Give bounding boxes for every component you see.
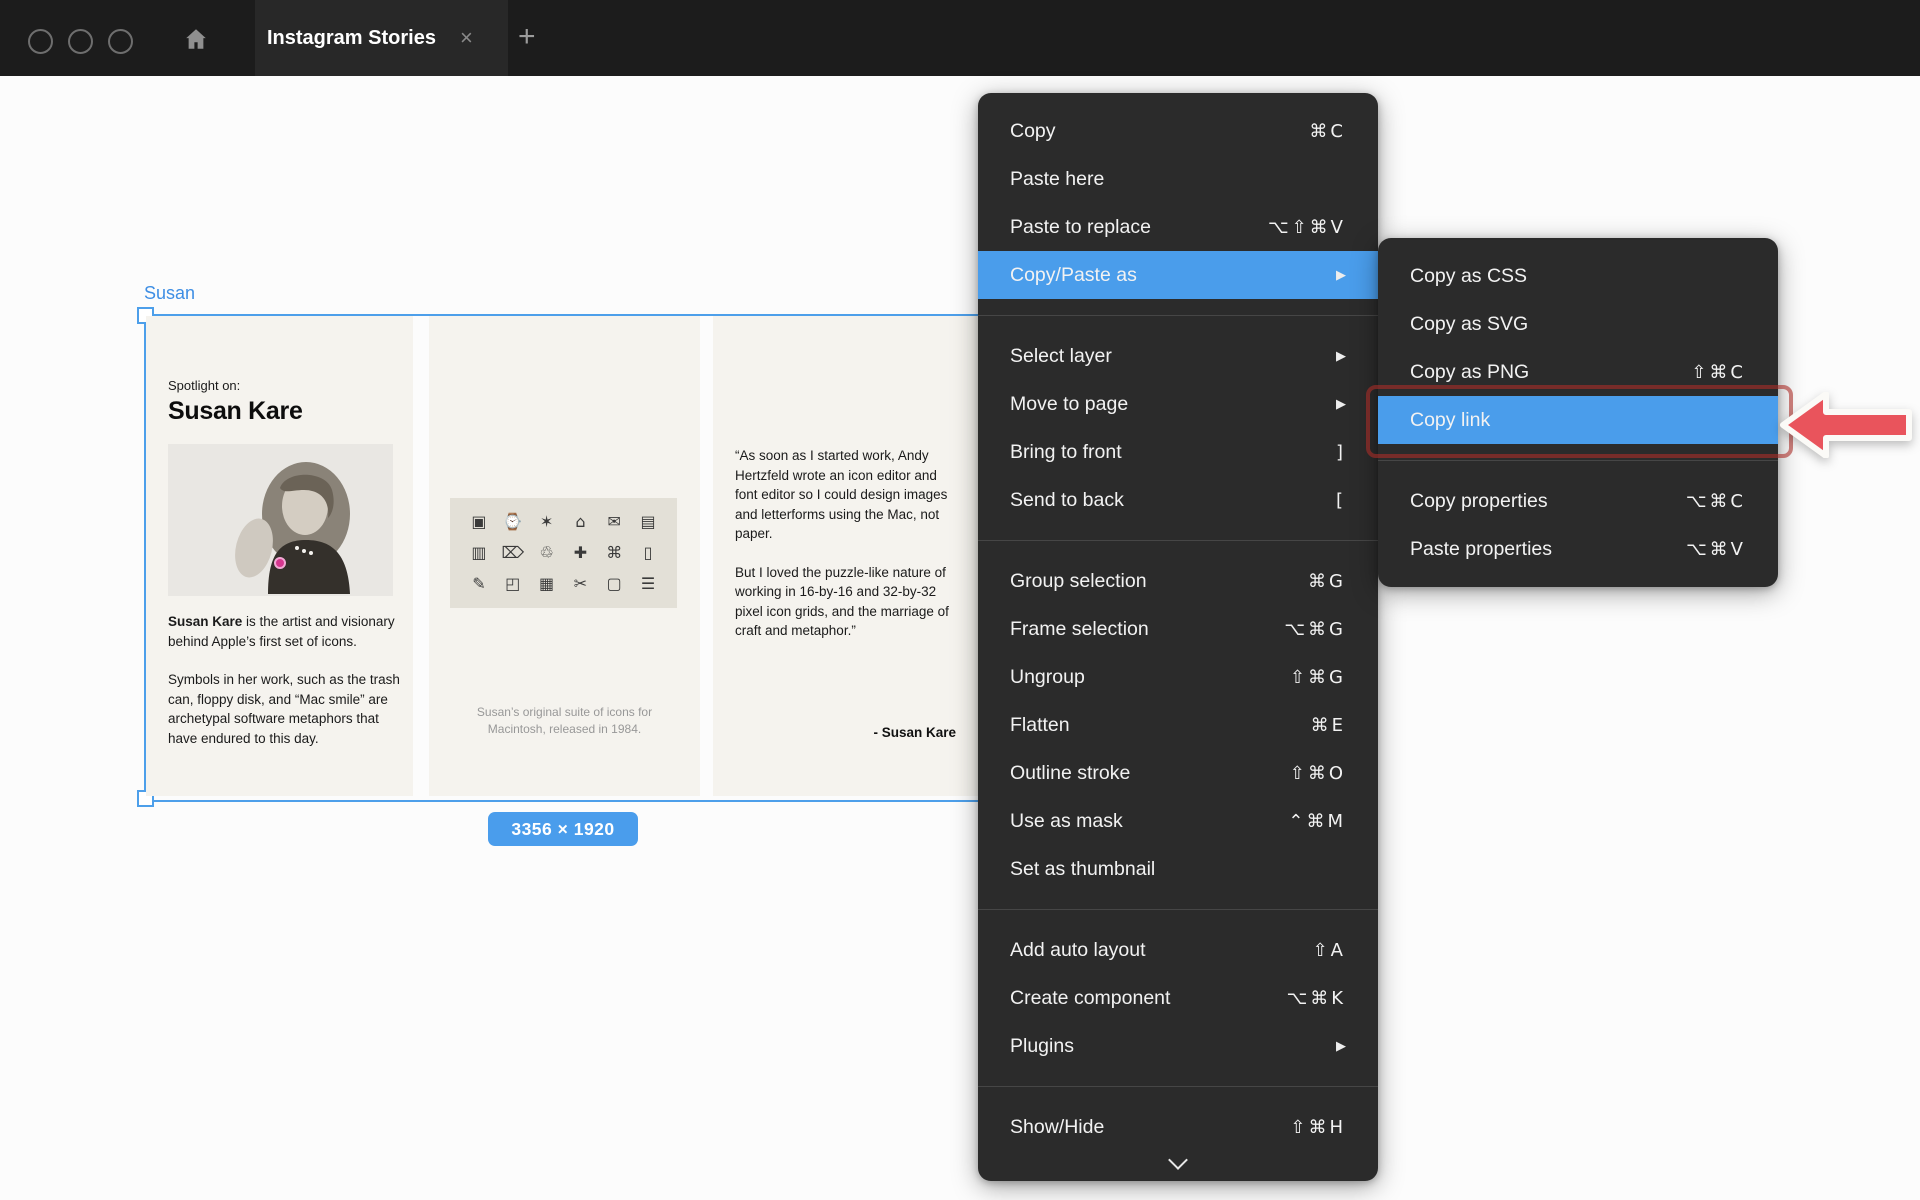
menu-divider <box>1378 460 1778 461</box>
home-button[interactable] <box>180 24 212 54</box>
menu-item-create-component[interactable]: Create component ⌥⌘K <box>978 974 1378 1022</box>
window-control-close[interactable] <box>28 29 53 54</box>
comment-pin <box>275 558 285 568</box>
susan-kare-photo <box>168 444 393 596</box>
frame-name-label[interactable]: Susan <box>144 283 195 304</box>
mac-icon: ◰ <box>505 576 520 592</box>
mac-icon: ⌂ <box>575 514 585 530</box>
submenu-arrow-icon: ▶ <box>1336 397 1346 412</box>
menu-item-paste-here[interactable]: Paste here <box>978 155 1378 203</box>
icons-caption: Susan’s original suite of icons for Maci… <box>429 704 700 738</box>
story-panel-right[interactable]: “As soon as I started work, Andy Hertzfe… <box>713 316 978 796</box>
tab-title: Instagram Stories <box>267 27 436 50</box>
menu-divider <box>978 909 1378 910</box>
menu-item-set-as-thumbnail[interactable]: Set as thumbnail <box>978 845 1378 893</box>
submenu-item-paste-properties[interactable]: Paste properties ⌥⌘V <box>1378 525 1778 573</box>
submenu-arrow-icon: ▶ <box>1336 1039 1346 1054</box>
menu-item-paste-to-replace[interactable]: Paste to replace ⌥⇧⌘V <box>978 203 1378 251</box>
mac-icon: ▢ <box>607 576 622 592</box>
mac-icon: ⌚ <box>503 514 523 530</box>
bio-paragraph-2: Symbols in her work, such as the trash c… <box>168 670 400 748</box>
quote-paragraph-1: “As soon as I started work, Andy Hertzfe… <box>735 446 963 544</box>
titlebar: Instagram Stories × + <box>0 0 1920 76</box>
menu-item-show-hide[interactable]: Show/Hide ⇧⌘H <box>978 1103 1378 1151</box>
submenu-arrow-icon: ▶ <box>1336 349 1346 364</box>
context-menu: Copy ⌘C Paste here Paste to replace ⌥⇧⌘V… <box>978 93 1378 1181</box>
menu-item-copy-paste-as[interactable]: Copy/Paste as ▶ <box>978 251 1378 299</box>
annotation-arrow-icon <box>1780 392 1912 458</box>
mac-icon: ✂ <box>574 576 587 592</box>
quote-attribution: - Susan Kare <box>873 725 956 740</box>
eyebrow-text: Spotlight on: <box>168 378 400 393</box>
mac-icon: ✎ <box>472 576 485 592</box>
menu-item-outline-stroke[interactable]: Outline stroke ⇧⌘O <box>978 749 1378 797</box>
mac-icon: ▥ <box>471 545 486 561</box>
story-panel-middle[interactable]: ▣ ⌚ ✶ ⌂ ✉ ▤ ▥ ⌦ ♲ ✚ ⌘ ▯ ✎ ◰ ▦ ✂ ▢ ☰ Susa… <box>429 316 700 796</box>
mac-icon: ▦ <box>539 576 554 592</box>
home-icon <box>183 26 209 52</box>
mac-icon: ☰ <box>641 576 655 592</box>
submenu-item-copy-as-svg[interactable]: Copy as SVG <box>1378 300 1778 348</box>
submenu-item-copy-as-css[interactable]: Copy as CSS <box>1378 252 1778 300</box>
menu-divider <box>978 315 1378 316</box>
dimensions-badge: 3356 × 1920 <box>488 812 638 846</box>
tab-instagram-stories[interactable]: Instagram Stories × <box>255 0 508 76</box>
bio-paragraph-1: Susan Kare is the artist and visionary b… <box>168 612 400 651</box>
mac-icon: ✚ <box>574 545 587 561</box>
menu-item-plugins[interactable]: Plugins ▶ <box>978 1022 1378 1070</box>
window-control-minimize[interactable] <box>68 29 93 54</box>
menu-item-frame-selection[interactable]: Frame selection ⌥⌘G <box>978 605 1378 653</box>
mac-icon: ▤ <box>641 514 656 530</box>
mac-icons-grid: ▣ ⌚ ✶ ⌂ ✉ ▤ ▥ ⌦ ♲ ✚ ⌘ ▯ ✎ ◰ ▦ ✂ ▢ ☰ <box>450 498 677 608</box>
menu-divider <box>978 1086 1378 1087</box>
mac-icon: ▯ <box>644 545 653 561</box>
annotation-highlight-box <box>1366 385 1793 458</box>
menu-item-flatten[interactable]: Flatten ⌘E <box>978 701 1378 749</box>
menu-item-ungroup[interactable]: Ungroup ⇧⌘G <box>978 653 1378 701</box>
submenu-arrow-icon: ▶ <box>1336 268 1346 283</box>
quote-paragraph-2: But I loved the puzzle-like nature of wo… <box>735 563 963 641</box>
submenu-item-copy-properties[interactable]: Copy properties ⌥⌘C <box>1378 477 1778 525</box>
menu-item-use-as-mask[interactable]: Use as mask ⌃⌘M <box>978 797 1378 845</box>
menu-item-group-selection[interactable]: Group selection ⌘G <box>978 557 1378 605</box>
menu-item-send-to-back[interactable]: Send to back [ <box>978 476 1378 524</box>
mac-icon: ✶ <box>540 514 553 530</box>
window-control-zoom[interactable] <box>108 29 133 54</box>
mac-icon: ⌘ <box>606 545 622 561</box>
mac-icon: ⌦ <box>501 545 524 561</box>
mac-icon: ▣ <box>471 514 486 530</box>
mac-icon: ✉ <box>608 514 621 530</box>
headline-text: Susan Kare <box>168 397 400 426</box>
menu-item-add-auto-layout[interactable]: Add auto layout ⇧A <box>978 926 1378 974</box>
menu-item-bring-to-front[interactable]: Bring to front ] <box>978 428 1378 476</box>
menu-item-copy[interactable]: Copy ⌘C <box>978 107 1378 155</box>
menu-divider <box>978 540 1378 541</box>
menu-item-move-to-page[interactable]: Move to page ▶ <box>978 380 1378 428</box>
chevron-down-icon[interactable] <box>1168 1150 1188 1170</box>
close-tab-icon[interactable]: × <box>460 27 473 49</box>
story-panel-left[interactable]: Spotlight on: Susan Kare Susan Kare is t… <box>146 316 413 796</box>
mac-icon: ♲ <box>539 545 553 561</box>
new-tab-button[interactable]: + <box>518 20 536 54</box>
menu-item-select-layer[interactable]: Select layer ▶ <box>978 332 1378 380</box>
